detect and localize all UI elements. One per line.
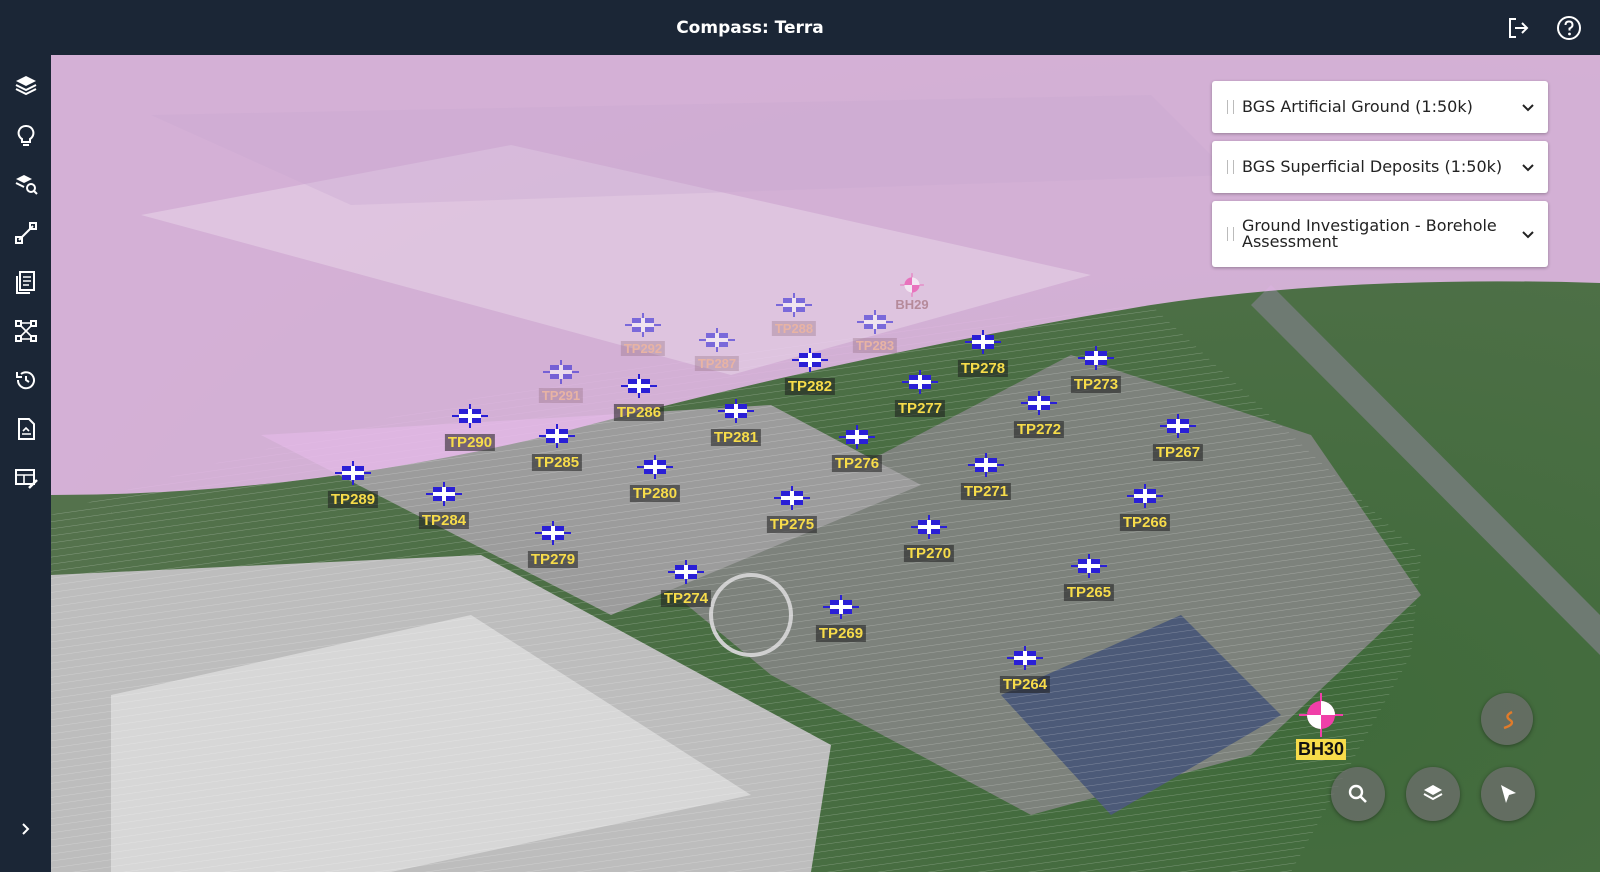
trial-pit-label: TP288 [771,321,817,336]
trial-pit-icon [1127,484,1163,508]
trial-pit-label: TP275 [766,516,818,533]
trial-pit-label: TP290 [444,434,496,451]
layer-title: Ground Investigation - Borehole Assessme… [1242,216,1497,251]
chevron-right-icon[interactable] [12,815,40,843]
trial-pit-label: TP264 [999,676,1051,693]
trial-pit-icon [823,595,859,619]
layer-title: BGS Superficial Deposits (1:50k) [1242,157,1503,176]
trial-pit-icon [543,360,579,384]
trial-pit-label: TP282 [784,378,836,395]
map-select-button[interactable] [1481,767,1535,821]
trial-pit-label: TP269 [815,625,867,642]
trial-pit-icon [1007,646,1043,670]
map-layers-button[interactable] [1406,767,1460,821]
drag-handle-icon[interactable] [1227,160,1234,174]
trial-pit-icon [718,399,754,423]
network-icon[interactable] [12,317,40,345]
trial-pit-label: TP266 [1119,514,1171,531]
trial-pit-label: TP273 [1070,376,1122,393]
trial-pit-label: TP292 [620,341,666,356]
trial-pit-icon [539,424,575,448]
layers-icon[interactable] [12,72,40,100]
search-icon [1348,784,1367,803]
borehole-icon [900,273,924,297]
trial-pit-icon [968,453,1004,477]
trial-pit-label: TP267 [1152,444,1204,461]
layer-panel-superficial-deposits[interactable]: BGS Superficial Deposits (1:50k) [1212,141,1548,193]
trial-pit-label: TP270 [903,545,955,562]
trial-pit-label: TP283 [852,338,898,353]
documents-icon[interactable] [12,268,40,296]
trial-pit-label: TP272 [1013,421,1065,438]
trial-pit-label: TP284 [418,512,470,529]
trial-pit-icon [1021,391,1057,415]
map-view[interactable]: TP292 TP288 TP283 TP287 TP291 TP286 TP282 TP278… [51,55,1600,872]
trial-pit-label: TP279 [527,551,579,568]
compass-icon [1503,710,1514,730]
drag-handle-icon[interactable] [1227,100,1234,114]
trial-pit-icon [911,515,947,539]
trial-pit-icon [625,313,661,337]
app-title: Compass: Terra [676,18,824,38]
trial-pit-label: TP291 [538,388,584,403]
trial-pit-label: TP274 [660,590,712,607]
trial-pit-icon [1160,414,1196,438]
map-search-button[interactable] [1331,767,1385,821]
trial-pit-icon [535,521,571,545]
logout-icon[interactable] [1504,14,1532,42]
trial-pit-label: TP289 [327,491,379,508]
trial-pit-icon [776,293,812,317]
trial-pit-label: TP287 [694,356,740,371]
lightbulb-icon[interactable] [12,121,40,149]
report-icon[interactable] [12,415,40,443]
top-bar: Compass: Terra [0,0,1600,55]
layer-panel-ground-investigation[interactable]: Ground Investigation - Borehole Assessme… [1212,201,1548,267]
trial-pit-icon [1071,554,1107,578]
borehole-icon [1299,693,1343,737]
trial-pit-label: TP265 [1063,584,1115,601]
trial-pit-icon [668,560,704,584]
trial-pit-icon [621,374,657,398]
borehole-label: BH30 [1295,739,1347,760]
layer-panel-artificial-ground[interactable]: BGS Artificial Ground (1:50k) [1212,81,1548,133]
table-edit-icon[interactable] [12,464,40,492]
search-layers-icon[interactable] [12,170,40,198]
trial-pit-label: TP277 [894,400,946,417]
trial-pit-icon [774,486,810,510]
trial-pit-icon [839,425,875,449]
trial-pit-label: TP280 [629,485,681,502]
compass-button[interactable] [1481,693,1533,745]
cursor-icon [1501,785,1516,803]
layer-title: BGS Artificial Ground (1:50k) [1242,97,1473,116]
sidebar [0,55,51,872]
help-icon[interactable] [1555,14,1583,42]
trial-pit-icon [857,310,893,334]
layers-icon [1423,785,1443,801]
trial-pit-icon [965,330,1001,354]
ruler-line-icon[interactable] [12,219,40,247]
history-icon[interactable] [12,366,40,394]
trial-pit-label: TP278 [957,360,1009,377]
trial-pit-icon [452,404,488,428]
trial-pit-icon [792,348,828,372]
trial-pit-label: TP271 [960,483,1012,500]
trial-pit-icon [1078,346,1114,370]
borehole-label: BH29 [895,297,929,312]
trial-pit-label: TP276 [831,455,883,472]
trial-pit-icon [699,328,735,352]
trial-pit-icon [902,370,938,394]
chevron-down-icon[interactable] [1520,159,1536,175]
trial-pit-icon [335,461,371,485]
trial-pit-label: TP281 [710,429,762,446]
drag-handle-icon[interactable] [1227,227,1234,241]
trial-pit-icon [426,482,462,506]
trial-pit-label: TP286 [613,404,665,421]
chevron-down-icon[interactable] [1520,226,1536,242]
trial-pit-icon [637,455,673,479]
trial-pit-label: TP285 [531,454,583,471]
chevron-down-icon[interactable] [1520,99,1536,115]
